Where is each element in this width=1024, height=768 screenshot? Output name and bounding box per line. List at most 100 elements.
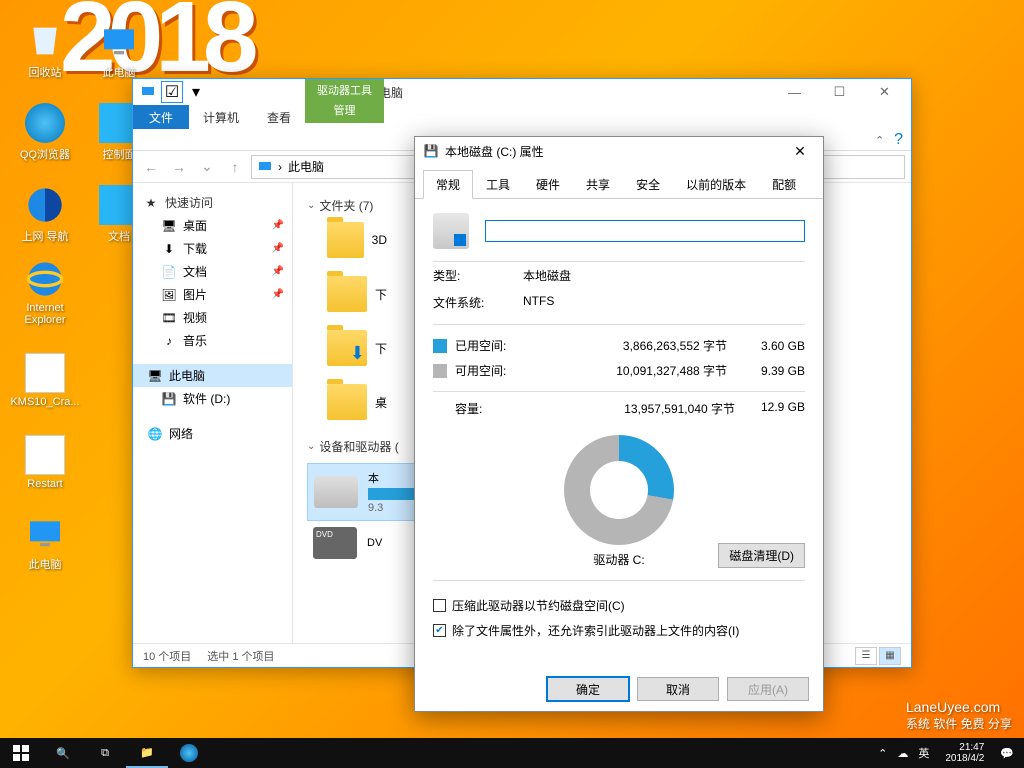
folder-item[interactable]: ⬇下: [327, 330, 387, 366]
contextual-tools-label: 驱动器工具: [317, 82, 372, 98]
ok-button[interactable]: 确定: [547, 677, 629, 701]
tab-tools[interactable]: 工具: [473, 170, 523, 199]
search-button[interactable]: 🔍: [42, 738, 84, 768]
taskview-button[interactable]: ⧉: [84, 738, 126, 768]
folder-3d[interactable]: 3D: [327, 222, 387, 258]
watermark: LaneUyee.com 系统 软件 免费 分享: [906, 699, 1012, 732]
nav-desktop[interactable]: 🖥桌面📌: [133, 214, 292, 237]
folder-item[interactable]: 下: [327, 276, 387, 312]
nav-recent-icon[interactable]: ⌄: [195, 155, 219, 179]
cancel-button[interactable]: 取消: [637, 677, 719, 701]
ribbon-tabs: 文件 计算机 查看: [133, 105, 911, 129]
desktop-icon-qqbrowser[interactable]: QQ浏览器: [8, 90, 82, 162]
tab-hardware[interactable]: 硬件: [523, 170, 573, 199]
free-gb: 9.39 GB: [735, 364, 805, 378]
folder-item[interactable]: 桌: [327, 384, 387, 420]
drive-icon: [314, 476, 358, 508]
tab-quota[interactable]: 配额: [759, 170, 809, 199]
nav-drive-d[interactable]: 💾软件 (D:): [133, 387, 292, 410]
view-details-icon[interactable]: ☰: [855, 647, 877, 665]
star-icon: ★: [143, 195, 159, 211]
nav-up-icon[interactable]: ↑: [223, 155, 247, 179]
compress-checkbox-row[interactable]: 压缩此驱动器以节约磁盘空间(C): [433, 593, 805, 618]
pc-nav-icon: 🖥: [147, 368, 163, 384]
props-titlebar[interactable]: 💾 本地磁盘 (C:) 属性 ✕: [415, 137, 823, 165]
capacity-gb: 12.9 GB: [735, 400, 805, 417]
qat-dropdown-icon[interactable]: ▾: [185, 81, 207, 103]
tray-up-icon[interactable]: ⌃: [878, 747, 887, 760]
qat-pc-icon[interactable]: [137, 81, 159, 103]
tab-file[interactable]: 文件: [133, 105, 189, 129]
desktop-icon-nav[interactable]: 上网 导航: [8, 172, 82, 244]
nav-forward-icon[interactable]: →: [167, 155, 191, 179]
explorer-titlebar[interactable]: ☑ ▾ 驱动器工具 管理 此电脑 — ☐ ✕: [133, 79, 911, 105]
desktop-icon-thispc[interactable]: 此电脑: [82, 8, 156, 80]
nav-videos[interactable]: 🎞视频: [133, 306, 292, 329]
drive-label: 驱动器 C:: [593, 551, 644, 568]
maximize-button[interactable]: ☐: [817, 79, 862, 105]
tab-previous[interactable]: 以前的版本: [673, 170, 759, 199]
free-color-swatch: [433, 364, 447, 378]
index-checkbox-row[interactable]: ✔ 除了文件属性外，还允许索引此驱动器上文件的内容(I): [433, 618, 805, 643]
view-large-icon[interactable]: ▦: [879, 647, 901, 665]
network-nav-icon: 🌐: [147, 426, 163, 442]
taskbar-explorer[interactable]: 📁: [126, 738, 168, 768]
used-gb: 3.60 GB: [735, 339, 805, 353]
nav-quick-access[interactable]: ★快速访问: [133, 191, 292, 214]
pc-icon: [258, 160, 272, 174]
usage-pie-chart: [564, 435, 674, 545]
desktop-icon-ie[interactable]: Internet Explorer: [8, 254, 82, 326]
tab-sharing[interactable]: 共享: [573, 170, 623, 199]
capacity-bytes: 13,957,591,040 字节: [529, 400, 735, 417]
nav-documents[interactable]: 📄文档📌: [133, 260, 292, 283]
tray-onedrive-icon[interactable]: ☁: [897, 747, 908, 760]
video-nav-icon: 🎞: [161, 310, 177, 326]
download-nav-icon: ⬇: [161, 241, 177, 257]
free-bytes: 10,091,327,488 字节: [543, 362, 727, 379]
fs-value: NTFS: [523, 294, 554, 311]
tab-computer[interactable]: 计算机: [189, 105, 253, 129]
help-icon[interactable]: ?: [894, 131, 903, 149]
nav-back-icon[interactable]: ←: [139, 155, 163, 179]
nav-downloads[interactable]: ⬇下载📌: [133, 237, 292, 260]
desktop-icon-thispc2[interactable]: 此电脑: [8, 500, 82, 572]
props-tabs: 常规 工具 硬件 共享 安全 以前的版本 配额: [415, 169, 823, 199]
pin-icon: 📌: [272, 266, 284, 277]
tab-manage[interactable]: 管理: [317, 102, 372, 118]
ribbon-expand-icon[interactable]: ⌄: [875, 133, 884, 146]
disk-cleanup-button[interactable]: 磁盘清理(D): [718, 543, 805, 568]
selected-count: 选中 1 个项目: [207, 648, 274, 664]
nav-music[interactable]: ♪音乐: [133, 329, 292, 352]
tray-notifications-icon[interactable]: 💬: [1000, 747, 1014, 760]
pic-nav-icon: 🖼: [161, 287, 177, 303]
desktop-icon-kms[interactable]: KMS10_Cra...: [8, 336, 82, 408]
close-button[interactable]: ✕: [862, 79, 907, 105]
nav-network[interactable]: 🌐网络: [133, 422, 292, 445]
tab-general[interactable]: 常规: [423, 170, 473, 199]
desktop-nav-icon: 🖥: [161, 218, 177, 234]
tab-view[interactable]: 查看: [253, 105, 305, 129]
tray-clock[interactable]: 21:47 2018/4/2: [939, 742, 990, 764]
qat-properties-icon[interactable]: ☑: [161, 81, 183, 103]
drive-small-icon: 💾: [423, 143, 439, 159]
folder-icon: ⬇: [327, 330, 367, 366]
start-button[interactable]: [0, 738, 42, 768]
minimize-button[interactable]: —: [772, 79, 817, 105]
nav-thispc[interactable]: 🖥此电脑: [133, 364, 292, 387]
taskbar-qq[interactable]: [168, 738, 210, 768]
fs-label: 文件系统:: [433, 294, 523, 311]
index-checkbox[interactable]: ✔: [433, 624, 446, 637]
volume-name-input[interactable]: [485, 220, 805, 242]
apply-button[interactable]: 应用(A): [727, 677, 809, 701]
desktop-icon-recycle[interactable]: 回收站: [8, 8, 82, 80]
free-label: 可用空间:: [455, 362, 535, 379]
folder-icon: [327, 222, 364, 258]
nav-pictures[interactable]: 🖼图片📌: [133, 283, 292, 306]
pin-icon: 📌: [272, 220, 284, 231]
tray-ime[interactable]: 英: [918, 745, 929, 761]
desktop-icon-restart[interactable]: Restart: [8, 418, 82, 490]
compress-checkbox[interactable]: [433, 599, 446, 612]
props-close-button[interactable]: ✕: [785, 143, 815, 160]
tab-security[interactable]: 安全: [623, 170, 673, 199]
pin-icon: 📌: [272, 289, 284, 300]
